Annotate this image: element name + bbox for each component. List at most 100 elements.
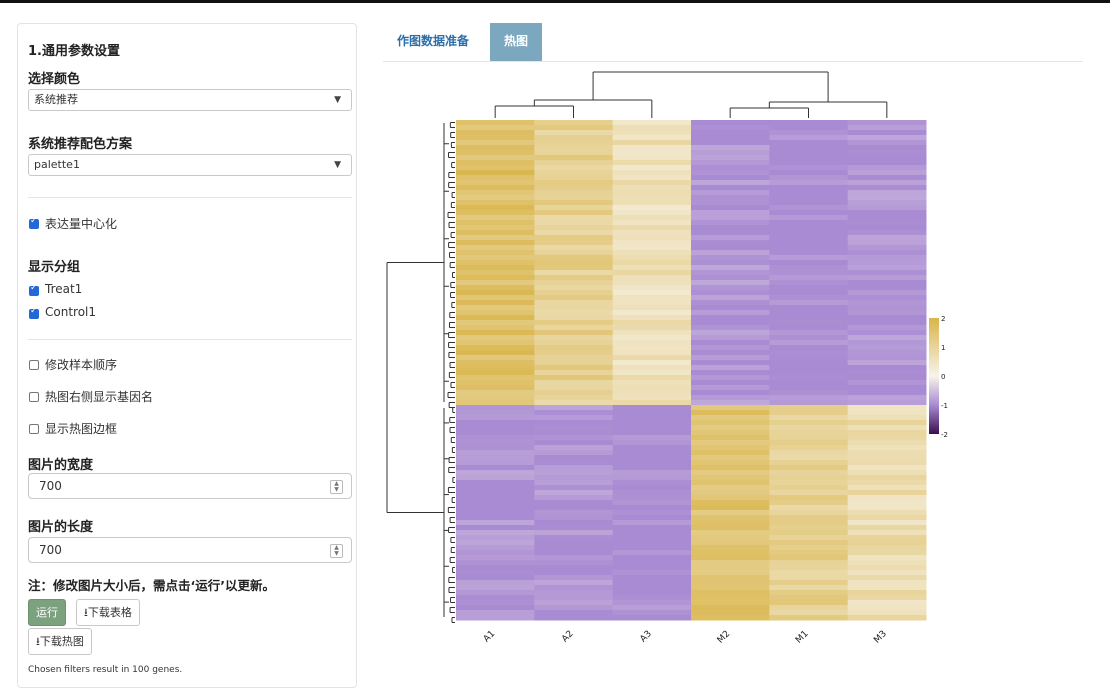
heatmap-cell: [534, 380, 614, 386]
heatmap-cell: [456, 400, 535, 406]
heatmap-cell: [456, 605, 535, 611]
heatmap-cell: [534, 150, 614, 156]
sample-label: A3: [638, 629, 653, 644]
heatmap-cell: [691, 160, 770, 166]
heatmap-cell: [612, 440, 692, 446]
heatmap-cell: [847, 575, 927, 581]
heatmap-cell: [691, 215, 770, 221]
heatmap-cell: [691, 590, 770, 596]
heatmap-cell: [769, 195, 849, 201]
heatmap-cell: [769, 430, 849, 436]
heatmap-cell: [456, 385, 535, 391]
heatmap-cell: [534, 315, 614, 321]
heatmap-cell: [612, 270, 692, 276]
heatmap-cell: [456, 480, 535, 486]
heatmap-cell: [691, 390, 770, 396]
heatmap-cell: [612, 160, 692, 166]
heatmap-cell: [612, 330, 692, 336]
heatmap-cell: [534, 555, 614, 561]
heatmap-cell: [534, 435, 614, 441]
heatmap-cell: [612, 525, 692, 531]
heatmap-cell: [691, 145, 770, 151]
heatmap-cell: [847, 490, 927, 496]
heatmap-cell: [691, 580, 770, 586]
heatmap-cell: [847, 545, 927, 551]
heatmap-cell: [769, 495, 849, 501]
heatmap-cell: [456, 125, 535, 131]
heatmap-cell: [456, 335, 535, 341]
heatmap-cell: [847, 450, 927, 456]
heatmap-cell: [691, 175, 770, 181]
heatmap-cell: [847, 125, 927, 131]
heatmap-cell: [456, 405, 535, 411]
heatmap-cell: [847, 340, 927, 346]
heatmap-cell: [456, 340, 535, 346]
heatmap-cell: [612, 505, 692, 511]
heatmap-cell: [847, 605, 927, 611]
heatmap-cell: [847, 530, 927, 536]
heatmap-cell: [847, 220, 927, 226]
heatmap-cell: [847, 615, 927, 621]
heatmap-cell: [534, 340, 614, 346]
heatmap-cell: [534, 165, 614, 171]
heatmap-cell: [534, 260, 614, 266]
heatmap-cell: [456, 550, 535, 556]
heatmap-cell: [456, 555, 535, 561]
heatmap-cell: [691, 210, 770, 216]
heatmap-cell: [456, 505, 535, 511]
heatmap-cell: [691, 525, 770, 531]
heatmap-cell: [847, 420, 927, 426]
heatmap-cell: [456, 360, 535, 366]
heatmap-cell: [691, 225, 770, 231]
heatmap-cell: [456, 375, 535, 381]
heatmap-cell: [612, 585, 692, 591]
heatmap-cell: [612, 175, 692, 181]
heatmap-cell: [691, 500, 770, 506]
heatmap-cell: [456, 185, 535, 191]
heatmap-cell: [612, 225, 692, 231]
heatmap-cell: [534, 500, 614, 506]
heatmap-cell: [769, 605, 849, 611]
heatmap-cell: [612, 205, 692, 211]
heatmap-cell: [847, 270, 927, 276]
heatmap-cell: [691, 335, 770, 341]
heatmap-cell: [612, 315, 692, 321]
heatmap-cell: [769, 610, 849, 616]
heatmap-cell: [534, 240, 614, 246]
heatmap-cell: [769, 570, 849, 576]
heatmap-cell: [534, 455, 614, 461]
heatmap-cell: [769, 270, 849, 276]
heatmap-cell: [847, 600, 927, 606]
heatmap-cell: [769, 505, 849, 511]
heatmap-cell: [847, 595, 927, 601]
heatmap-cell: [612, 150, 692, 156]
heatmap-cell: [847, 495, 927, 501]
heatmap-cell: [612, 360, 692, 366]
heatmap-cell: [456, 230, 535, 236]
heatmap-cell: [612, 170, 692, 176]
heatmap-cell: [612, 395, 692, 401]
heatmap-cell: [691, 520, 770, 526]
sample-label: A1: [482, 629, 497, 644]
heatmap-cell: [612, 580, 692, 586]
heatmap-cell: [456, 310, 535, 316]
heatmap-cell: [847, 445, 927, 451]
heatmap-cell: [456, 265, 535, 271]
heatmap-cell: [612, 165, 692, 171]
heatmap-cell: [612, 180, 692, 186]
heatmap-cell: [456, 355, 535, 361]
heatmap-cell: [847, 205, 927, 211]
heatmap-cell: [456, 325, 535, 331]
heatmap-cell: [769, 205, 849, 211]
heatmap-cell: [691, 380, 770, 386]
heatmap-cell: [534, 390, 614, 396]
heatmap-cell: [847, 550, 927, 556]
heatmap-cell: [456, 130, 535, 136]
heatmap-cell: [534, 570, 614, 576]
heatmap-cell: [769, 510, 849, 516]
heatmap-cell: [769, 340, 849, 346]
heatmap-cell: [534, 405, 614, 411]
heatmap-cell: [534, 265, 614, 271]
heatmap-cell: [534, 270, 614, 276]
heatmap-cell: [847, 610, 927, 616]
